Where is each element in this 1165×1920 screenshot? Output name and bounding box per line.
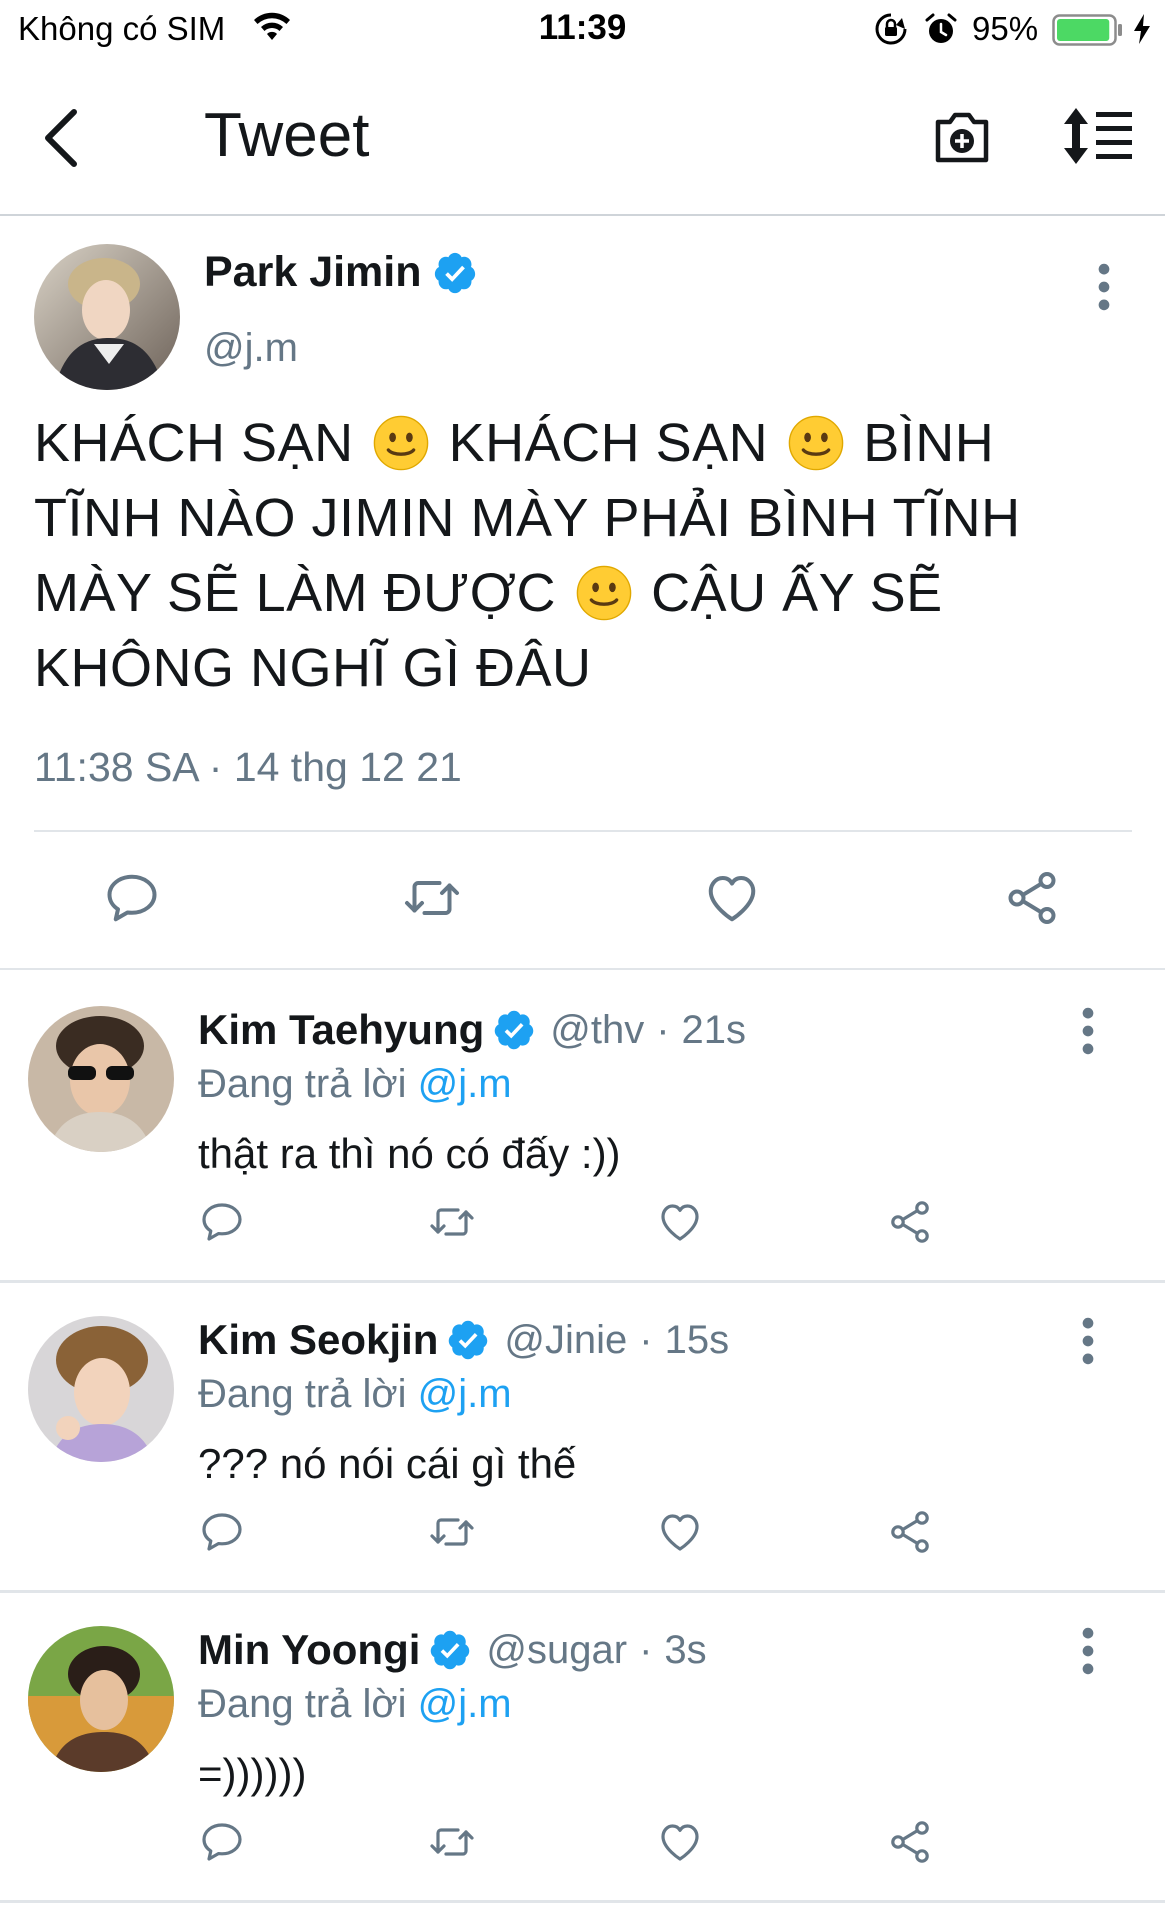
reply-text: thật ra thì nó có đấy :)) [198, 1130, 621, 1177]
verified-badge-icon [428, 1628, 472, 1672]
more-options-icon[interactable] [1092, 262, 1116, 312]
replying-to: Đang trả lời @j.m [198, 1682, 512, 1727]
replying-to: Đang trả lời @j.m [198, 1372, 512, 1417]
replying-to-label: Đang trả lời [198, 1062, 407, 1106]
retweet-icon[interactable] [402, 868, 462, 928]
more-options-icon[interactable] [1076, 1006, 1100, 1056]
reply-text: ??? nó nói cái gì thế [198, 1440, 577, 1487]
reply-author-handle[interactable]: @thv [550, 1008, 644, 1053]
reply-author-handle[interactable]: @sugar [486, 1628, 627, 1673]
tweet-text-part: KHÁCH SẠN [34, 413, 354, 473]
author-handle[interactable]: @j.m [204, 326, 298, 371]
rotation-lock-icon [875, 13, 907, 45]
status-bar: Không có SIM 11:39 95% [0, 0, 1165, 60]
reply-author-name[interactable]: Min Yoongi [198, 1626, 420, 1674]
verified-badge-icon [432, 250, 478, 296]
share-icon[interactable] [886, 1198, 934, 1246]
replying-to-label: Đang trả lời [198, 1372, 407, 1416]
mention-link[interactable]: @j.m [418, 1682, 512, 1726]
reply-icon[interactable] [198, 1198, 246, 1246]
tweet-text-part: KHÁCH SẠN [448, 413, 769, 473]
share-icon[interactable] [886, 1508, 934, 1556]
nav-bar: Tweet [0, 60, 1165, 216]
verified-badge-icon [492, 1008, 536, 1052]
mention-link[interactable]: @j.m [418, 1062, 512, 1106]
replying-to: Đang trả lời @j.m [198, 1062, 512, 1107]
separator-dot: · [639, 1317, 653, 1362]
share-icon[interactable] [1002, 868, 1062, 928]
reply-author-name[interactable]: Kim Taehyung [198, 1006, 484, 1054]
avatar[interactable] [28, 1006, 174, 1152]
avatar[interactable] [28, 1316, 174, 1462]
main-tweet: Park Jimin @j.m KHÁCH SẠN KHÁCH SẠN BÌNH… [0, 216, 1165, 970]
slightly-smiling-face-icon [576, 565, 632, 621]
back-chevron-icon[interactable] [40, 106, 84, 170]
like-heart-icon[interactable] [656, 1508, 704, 1556]
sort-list-icon[interactable] [1060, 104, 1136, 168]
like-heart-icon[interactable] [702, 868, 762, 928]
camera-plus-icon[interactable] [932, 104, 992, 168]
reply-icon[interactable] [198, 1508, 246, 1556]
share-icon[interactable] [886, 1818, 934, 1866]
replying-to-label: Đang trả lời [198, 1682, 407, 1726]
more-options-icon[interactable] [1076, 1626, 1100, 1676]
more-options-icon[interactable] [1076, 1316, 1100, 1366]
page-title: Tweet [204, 101, 370, 170]
reply-tweet[interactable]: Kim Taehyung @thv · 21s Đang trả lời @j.… [0, 970, 1165, 1283]
alarm-icon [925, 13, 957, 43]
reply-tweet[interactable]: Min Yoongi @sugar · 3s Đang trả lời @j.m… [0, 1590, 1165, 1903]
like-heart-icon[interactable] [656, 1198, 704, 1246]
slightly-smiling-face-icon [373, 415, 429, 471]
divider [34, 830, 1132, 832]
avatar[interactable] [28, 1626, 174, 1772]
slightly-smiling-face-icon [788, 415, 844, 471]
reply-text: =)))))) [198, 1750, 307, 1797]
reply-time[interactable]: 21s [682, 1008, 747, 1053]
retweet-icon[interactable] [428, 1818, 476, 1866]
avatar[interactable] [34, 244, 180, 390]
tweet-text: KHÁCH SẠN KHÁCH SẠN BÌNH TĨNH NÀO JIMIN … [34, 406, 1124, 706]
reply-icon[interactable] [102, 868, 162, 928]
reply-icon[interactable] [198, 1818, 246, 1866]
battery-icon [1052, 14, 1122, 46]
author-name[interactable]: Park Jimin [204, 248, 422, 297]
separator-dot: · [639, 1627, 653, 1672]
retweet-icon[interactable] [428, 1508, 476, 1556]
charging-icon [1134, 14, 1150, 44]
mention-link[interactable]: @j.m [418, 1372, 512, 1416]
reply-tweet[interactable]: Kim Seokjin @Jinie · 15s Đang trả lời @j… [0, 1280, 1165, 1593]
retweet-icon[interactable] [428, 1198, 476, 1246]
like-heart-icon[interactable] [656, 1818, 704, 1866]
tweet-timestamp[interactable]: 11:38 SA · 14 thg 12 21 [34, 744, 462, 791]
reply-time[interactable]: 3s [664, 1628, 706, 1673]
verified-badge-icon [446, 1318, 490, 1362]
reply-time[interactable]: 15s [665, 1318, 730, 1363]
battery-percent: 95% [972, 10, 1039, 47]
reply-author-name[interactable]: Kim Seokjin [198, 1316, 438, 1364]
separator-dot: · [656, 1007, 670, 1052]
reply-author-handle[interactable]: @Jinie [504, 1318, 627, 1363]
